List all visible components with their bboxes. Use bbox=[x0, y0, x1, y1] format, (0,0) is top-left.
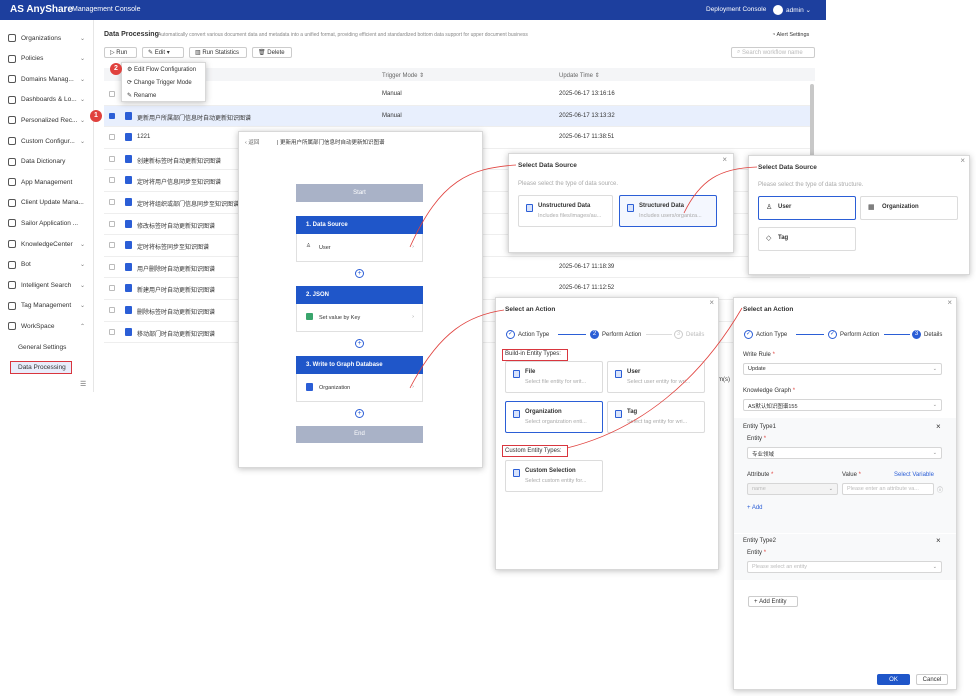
connector-line bbox=[566, 307, 743, 449]
connector-lines bbox=[409, 164, 758, 449]
connector-line bbox=[409, 164, 517, 248]
connector-line bbox=[409, 309, 505, 389]
connector-line bbox=[683, 166, 758, 214]
